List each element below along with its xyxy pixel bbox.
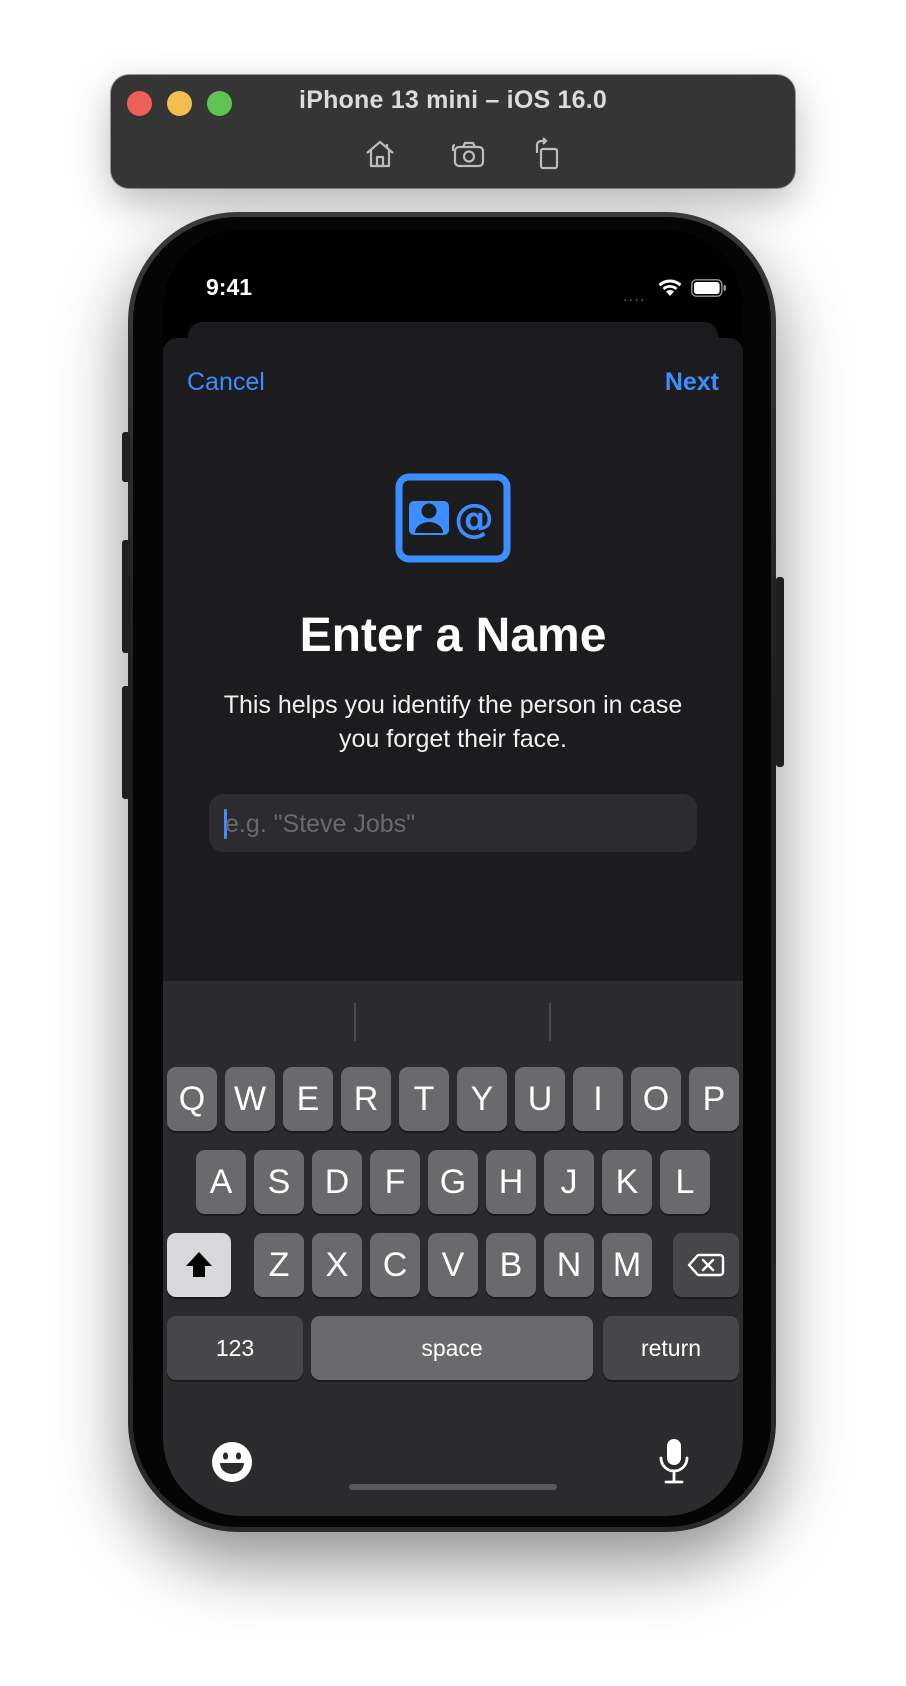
key-k[interactable]: K: [602, 1150, 652, 1214]
key-s[interactable]: S: [254, 1150, 304, 1214]
keyboard: Q W E R T Y U I O P A S D F G H J K L Z …: [163, 981, 743, 1516]
signal-indicator: ····: [623, 291, 646, 307]
space-key[interactable]: space: [311, 1316, 593, 1380]
suggestion-divider: [354, 1003, 356, 1041]
device-screen: 9:41 ···· Cancel Next @ Enter a Name Thi…: [163, 230, 743, 1516]
key-g[interactable]: G: [428, 1150, 478, 1214]
key-z[interactable]: Z: [254, 1233, 304, 1297]
rotate-icon[interactable]: [530, 136, 566, 172]
contact-card-icon: @: [395, 473, 511, 563]
emoji-icon[interactable]: [211, 1441, 253, 1483]
wifi-icon: [658, 279, 682, 296]
microphone-icon[interactable]: [657, 1437, 691, 1485]
page-subtitle: This helps you identify the person in ca…: [223, 691, 683, 753]
delete-icon: [687, 1253, 725, 1277]
volume-up-button: [122, 540, 130, 653]
power-button: [776, 577, 784, 767]
key-j[interactable]: J: [544, 1150, 594, 1214]
page-title: Enter a Name: [299, 609, 607, 662]
key-b[interactable]: B: [486, 1233, 536, 1297]
svg-text:@: @: [454, 496, 494, 542]
key-v[interactable]: V: [428, 1233, 478, 1297]
cancel-button[interactable]: Cancel: [187, 368, 265, 397]
key-o[interactable]: O: [631, 1067, 681, 1131]
key-l[interactable]: L: [660, 1150, 710, 1214]
suggestion-divider: [549, 1003, 551, 1041]
key-r[interactable]: R: [341, 1067, 391, 1131]
key-n[interactable]: N: [544, 1233, 594, 1297]
return-key[interactable]: return: [603, 1316, 739, 1380]
key-f[interactable]: F: [370, 1150, 420, 1214]
delete-key[interactable]: [673, 1233, 739, 1297]
key-q[interactable]: Q: [167, 1067, 217, 1131]
key-u[interactable]: U: [515, 1067, 565, 1131]
simulator-title: iPhone 13 mini – iOS 16.0: [299, 86, 607, 114]
shift-key[interactable]: [167, 1233, 231, 1297]
status-time: 9:41: [206, 274, 253, 300]
home-icon[interactable]: [362, 136, 398, 172]
key-m[interactable]: M: [602, 1233, 652, 1297]
shift-icon: [186, 1252, 212, 1277]
key-x[interactable]: X: [312, 1233, 362, 1297]
key-y[interactable]: Y: [457, 1067, 507, 1131]
battery-icon: [691, 279, 726, 297]
numbers-key[interactable]: 123: [167, 1316, 303, 1380]
volume-down-button: [122, 686, 130, 799]
silent-switch: [122, 432, 130, 482]
key-d[interactable]: D: [312, 1150, 362, 1214]
next-button[interactable]: Next: [665, 368, 719, 397]
key-h[interactable]: H: [486, 1150, 536, 1214]
name-field[interactable]: [209, 794, 697, 854]
key-p[interactable]: P: [689, 1067, 739, 1131]
name-input[interactable]: [223, 794, 687, 854]
key-i[interactable]: I: [573, 1067, 623, 1131]
home-indicator[interactable]: [349, 1484, 557, 1490]
screenshot-icon[interactable]: [451, 136, 487, 172]
key-c[interactable]: C: [370, 1233, 420, 1297]
key-e[interactable]: E: [283, 1067, 333, 1131]
key-w[interactable]: W: [225, 1067, 275, 1131]
key-a[interactable]: A: [196, 1150, 246, 1214]
key-t[interactable]: T: [399, 1067, 449, 1131]
